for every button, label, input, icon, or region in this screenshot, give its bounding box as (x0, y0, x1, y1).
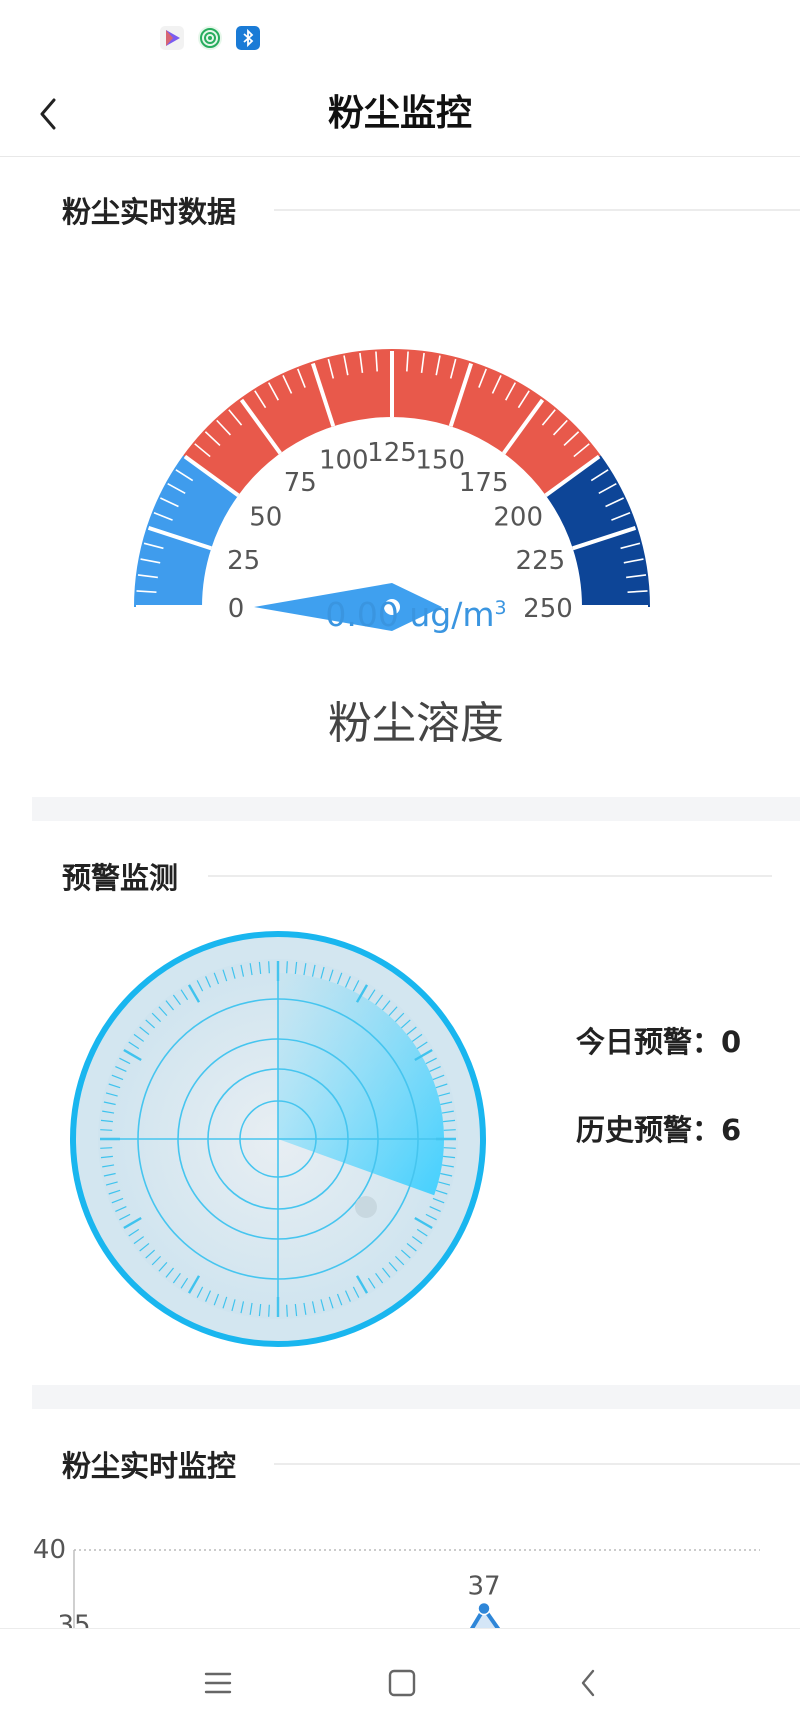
realtime-line-chart: 40323537 (0, 1520, 800, 1628)
section-gap (32, 797, 800, 821)
dust-gauge: 0255075100125150175200225250 (134, 349, 650, 631)
radar-scope (70, 931, 486, 1347)
gauge-tick-label: 75 (284, 468, 317, 498)
gauge-tick-label: 200 (493, 502, 543, 532)
section-title-realtime-data: 粉尘实时数据 (62, 195, 237, 229)
page-title: 粉尘监控 (327, 93, 472, 134)
gauge-tick-label: 225 (516, 546, 566, 576)
radar-tick (100, 1129, 113, 1131)
warning-section: 预警监测 今日预警：0 历史预警：6 (32, 821, 800, 1385)
gauge-tick-label: 150 (415, 446, 465, 476)
gauge-tick-label: 100 (319, 446, 369, 476)
radar-tick (268, 1304, 270, 1317)
chart-point (477, 1601, 491, 1616)
radar-tick (286, 1304, 288, 1317)
chart-y-tick-label: 40 (33, 1535, 66, 1565)
radar-tick (268, 961, 270, 974)
menu-button[interactable] (194, 1659, 242, 1707)
chart-data-label: 35 (57, 1611, 90, 1629)
gauge-caption: 粉尘溶度 (328, 698, 504, 749)
radar-tick (100, 1147, 113, 1149)
section-divider (274, 209, 800, 211)
today-warning-count: 今日预警：0 (576, 1025, 742, 1059)
chart-data-label: 37 (467, 1572, 500, 1602)
radar-tick (286, 961, 288, 974)
play-store-icon (160, 26, 184, 50)
section-divider (208, 875, 772, 877)
section-title-realtime-monitor: 粉尘实时监控 (62, 1449, 237, 1483)
gauge-tick-label: 125 (367, 438, 417, 468)
radar-tick (443, 1147, 456, 1149)
system-back-button[interactable] (564, 1659, 612, 1707)
radar-tick (443, 1129, 456, 1131)
bluetooth-icon (236, 26, 260, 50)
gauge-tick-label: 175 (459, 468, 509, 498)
history-warning-count: 历史预警：6 (576, 1113, 742, 1147)
section-divider (274, 1463, 800, 1465)
menu-icon (204, 1672, 232, 1694)
system-nav-bar (0, 1628, 800, 1735)
status-bar (0, 0, 800, 72)
target-app-icon (198, 26, 222, 50)
back-chevron-icon (581, 1669, 595, 1697)
radar-blip (355, 1196, 377, 1218)
home-button[interactable] (378, 1659, 426, 1707)
gauge-tick-label: 50 (249, 502, 282, 532)
home-square-icon (388, 1669, 416, 1697)
realtime-data-section: 粉尘实时数据 0 25 50 75 100 125 150 175 200 225 250 0.00… (32, 157, 800, 797)
section-gap (32, 1385, 800, 1409)
app-header: 粉尘监控 (0, 72, 800, 157)
section-title-warning: 预警监测 (62, 861, 179, 895)
gauge-value-readout: 0.00 ug/m3 (325, 595, 507, 634)
gauge-tick-label: 25 (227, 546, 260, 576)
